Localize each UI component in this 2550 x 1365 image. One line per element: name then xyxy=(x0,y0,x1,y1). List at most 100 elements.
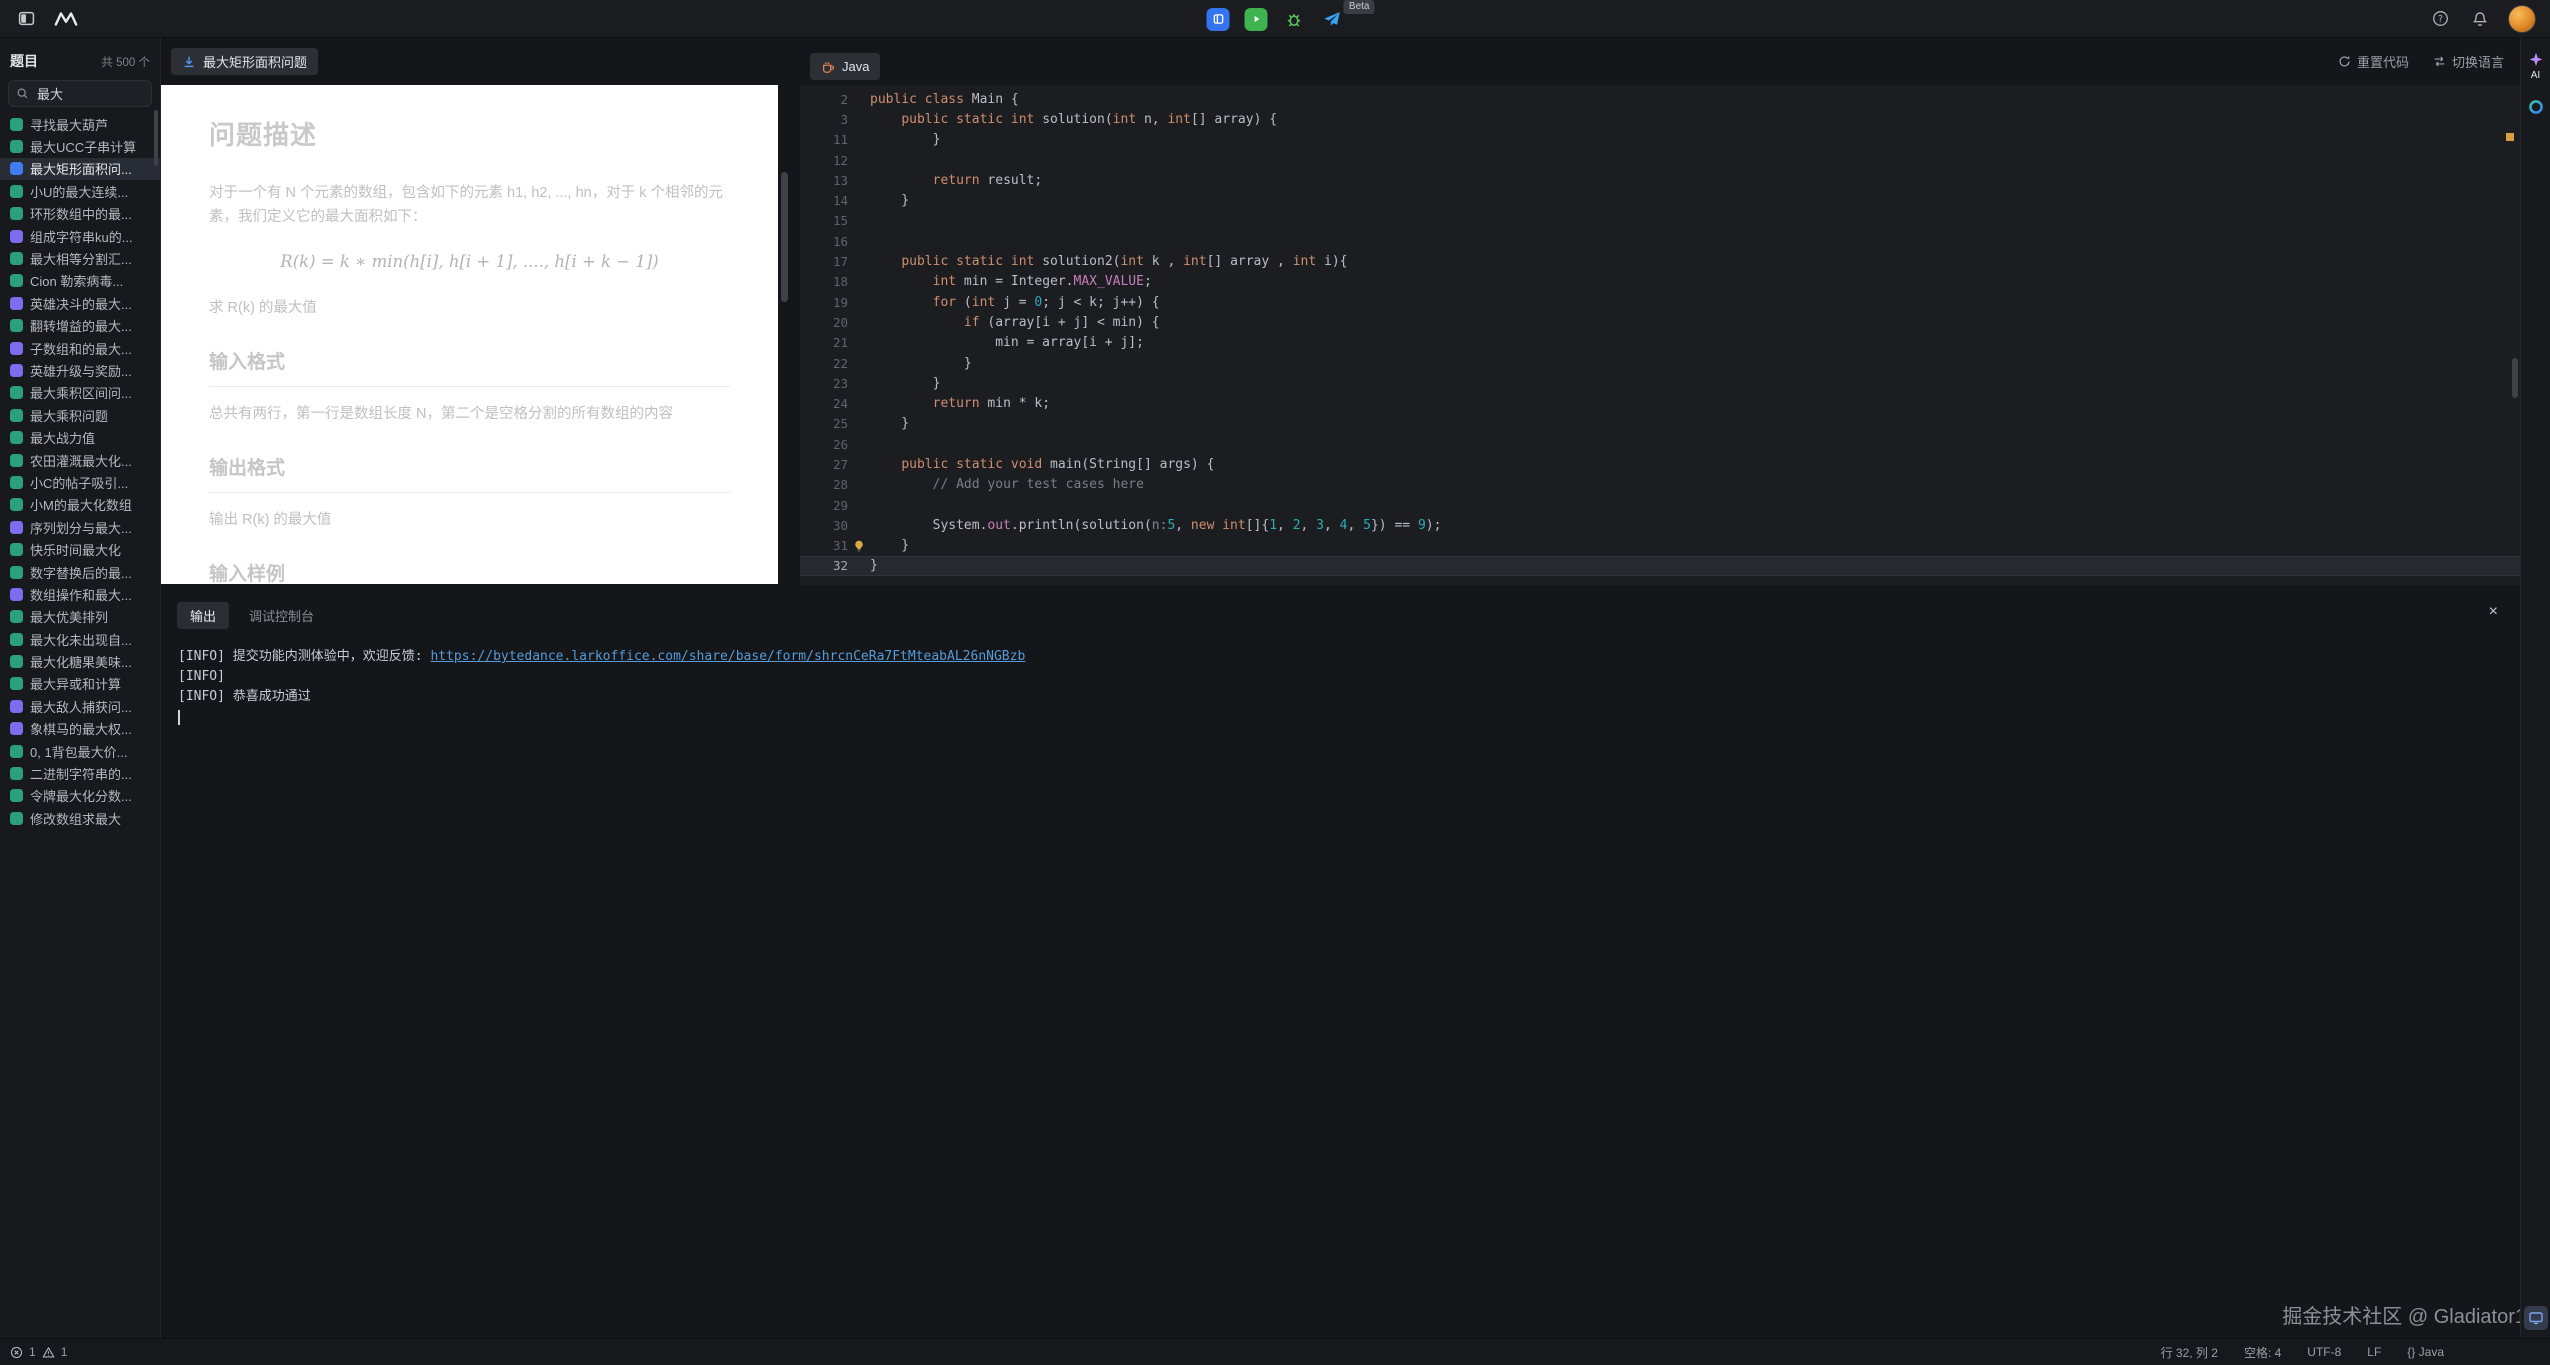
code-line[interactable]: 19 for (int j = 0; j < k; j++) { xyxy=(800,292,2520,312)
code-line[interactable]: 22 } xyxy=(800,353,2520,373)
list-item[interactable]: 最大UCC子串计算 xyxy=(0,135,160,157)
list-item[interactable]: 数组操作和最大... xyxy=(0,583,160,605)
search-input[interactable] xyxy=(35,85,144,102)
code-editor[interactable]: 2public class Main {3 public static int … xyxy=(800,85,2520,585)
assistant-icon[interactable] xyxy=(2528,99,2544,120)
code-line[interactable]: 13 return result; xyxy=(800,170,2520,190)
difficulty-badge-icon xyxy=(10,454,23,467)
list-item[interactable]: 农田灌溉最大化... xyxy=(0,449,160,471)
code-line[interactable]: 17 public static int solution2(int k , i… xyxy=(800,251,2520,271)
code-line[interactable]: 24 return min * k; xyxy=(800,393,2520,413)
notification-bell-icon[interactable] xyxy=(2468,7,2492,31)
lightbulb-icon[interactable] xyxy=(848,540,870,552)
close-icon[interactable]: × xyxy=(2489,604,2498,620)
difficulty-badge-icon xyxy=(10,274,23,287)
code-line[interactable]: 27 public static void main(String[] args… xyxy=(800,454,2520,474)
list-item[interactable]: 翻转增益的最大... xyxy=(0,315,160,337)
run-app-icon[interactable] xyxy=(1245,8,1268,31)
difficulty-badge-icon xyxy=(10,140,23,153)
switch-language-button[interactable]: 切换语言 xyxy=(2433,52,2504,71)
code-line[interactable]: 32} xyxy=(800,556,2520,576)
list-item[interactable]: 英雄升级与奖励... xyxy=(0,359,160,381)
list-item[interactable]: 数字替换后的最... xyxy=(0,561,160,583)
sidebar-title: 题目 xyxy=(10,51,38,71)
code-line[interactable]: 25 } xyxy=(800,414,2520,434)
tab-debug-console[interactable]: 调试控制台 xyxy=(249,606,314,625)
list-item[interactable]: 序列划分与最大... xyxy=(0,516,160,538)
list-item[interactable]: 修改数组求最大 xyxy=(0,807,160,829)
list-item[interactable]: 小C的帖子吸引... xyxy=(0,471,160,493)
list-item[interactable]: 最大优美排列 xyxy=(0,606,160,628)
status-item[interactable]: LF xyxy=(2367,1345,2381,1359)
list-item[interactable]: 英雄决斗的最大... xyxy=(0,292,160,314)
user-avatar[interactable] xyxy=(2508,5,2536,33)
problem-title: 快乐时间最大化 xyxy=(30,540,121,559)
code-line[interactable]: 12 xyxy=(800,150,2520,170)
code-line[interactable]: 21 min = array[i + j]; xyxy=(800,333,2520,353)
list-item[interactable]: 0, 1背包最大价... xyxy=(0,740,160,762)
open-panel-button[interactable] xyxy=(2524,1306,2548,1330)
problems-status[interactable]: 1 1 xyxy=(10,1345,67,1359)
status-item[interactable]: 空格: 4 xyxy=(2244,1344,2281,1361)
list-item[interactable]: 最大乘积问题 xyxy=(0,404,160,426)
list-item[interactable]: 最大相等分割汇... xyxy=(0,247,160,269)
code-line[interactable]: 11 } xyxy=(800,130,2520,150)
log-level: [INFO] xyxy=(178,689,225,704)
code-line[interactable]: 23 } xyxy=(800,373,2520,393)
status-item[interactable]: 行 32, 列 2 xyxy=(2161,1344,2218,1361)
problem-title: 寻找最大葫芦 xyxy=(30,115,108,134)
problem-sidebar: 题目 共 500 个 寻找最大葫芦最大UCC子串计算最大矩形面积问...小U的最… xyxy=(0,38,161,1338)
ai-assistant-button[interactable]: AI xyxy=(2528,52,2544,81)
panel-app-icon[interactable] xyxy=(1207,8,1230,31)
telegram-app-icon[interactable] xyxy=(1321,8,1344,31)
list-item[interactable]: 最大矩形面积问... xyxy=(0,158,160,180)
list-item[interactable]: 组成字符串ku的... xyxy=(0,225,160,247)
code-line[interactable]: 30 System.out.println(solution(n:5, new … xyxy=(800,515,2520,535)
code-line[interactable]: 20 if (array[i + j] < min) { xyxy=(800,312,2520,332)
list-item[interactable]: Cion 勒索病毒... xyxy=(0,270,160,292)
line-number: 17 xyxy=(800,254,848,269)
list-item[interactable]: 子数组和的最大... xyxy=(0,337,160,359)
code-line[interactable]: 31 } xyxy=(800,536,2520,556)
list-item[interactable]: 寻找最大葫芦 xyxy=(0,113,160,135)
debug-bug-icon[interactable] xyxy=(1283,8,1306,31)
reset-code-button[interactable]: 重置代码 xyxy=(2338,52,2409,71)
list-item[interactable]: 快乐时间最大化 xyxy=(0,538,160,560)
status-item[interactable]: UTF-8 xyxy=(2307,1345,2341,1359)
problem-scrollbar[interactable] xyxy=(781,172,788,302)
code-line[interactable]: 18 int min = Integer.MAX_VALUE; xyxy=(800,272,2520,292)
list-item[interactable]: 小M的最大化数组 xyxy=(0,494,160,516)
list-item[interactable]: 最大乘积区间问... xyxy=(0,382,160,404)
status-item[interactable]: {} Java xyxy=(2407,1345,2444,1359)
problem-chip[interactable]: 最大矩形面积问题 xyxy=(171,48,318,75)
list-item[interactable]: 环形数组中的最... xyxy=(0,203,160,225)
list-item[interactable]: 最大战力值 xyxy=(0,426,160,448)
help-icon[interactable]: ? xyxy=(2428,7,2452,31)
list-item[interactable]: 二进制字符串的... xyxy=(0,762,160,784)
code-line[interactable]: 15 xyxy=(800,211,2520,231)
list-item[interactable]: 最大异或和计算 xyxy=(0,673,160,695)
console-link[interactable]: https://bytedance.larkoffice.com/share/b… xyxy=(430,649,1025,664)
list-item[interactable]: 小U的最大连续... xyxy=(0,180,160,202)
language-chip[interactable]: Java xyxy=(810,53,880,80)
sidebar-toggle-button[interactable] xyxy=(14,7,38,31)
list-item[interactable]: 令牌最大化分数... xyxy=(0,785,160,807)
tab-output[interactable]: 输出 xyxy=(177,602,229,629)
list-item[interactable]: 最大化糖果美味... xyxy=(0,650,160,672)
app-logo[interactable] xyxy=(54,7,78,31)
sidebar-scrollbar[interactable] xyxy=(154,110,158,166)
list-item[interactable]: 最大化未出现自... xyxy=(0,628,160,650)
code-line[interactable]: 26 xyxy=(800,434,2520,454)
code-line[interactable]: 14 } xyxy=(800,190,2520,210)
difficulty-badge-icon xyxy=(10,162,23,175)
code-line[interactable]: 28 // Add your test cases here xyxy=(800,475,2520,495)
editor-scrollbar[interactable] xyxy=(2512,358,2518,398)
console-lines: [INFO] 提交功能内测体验中，欢迎反馈: https://bytedance… xyxy=(178,647,2520,707)
code-line[interactable]: 29 xyxy=(800,495,2520,515)
difficulty-badge-icon xyxy=(10,230,23,243)
list-item[interactable]: 象棋马的最大权... xyxy=(0,718,160,740)
code-line[interactable]: 16 xyxy=(800,231,2520,251)
list-item[interactable]: 最大敌人捕获问... xyxy=(0,695,160,717)
code-line[interactable]: 2public class Main { xyxy=(800,89,2520,109)
code-line[interactable]: 3 public static int solution(int n, int[… xyxy=(800,109,2520,129)
